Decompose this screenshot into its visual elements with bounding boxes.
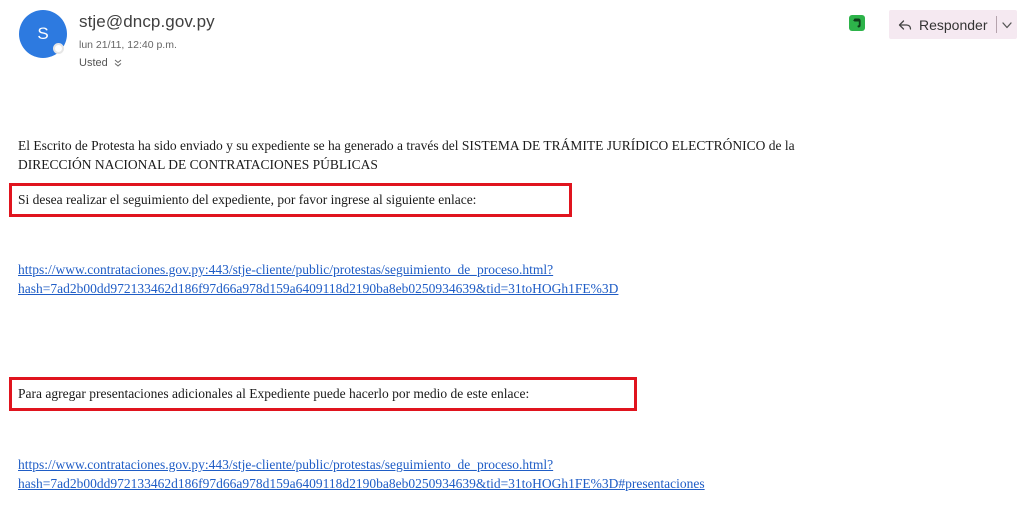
chevron-down-icon (1002, 16, 1012, 34)
sender-address[interactable]: stje@dncp.gov.py (79, 12, 215, 32)
sent-datetime: lun 21/11, 12:40 p.m. (79, 39, 177, 51)
additional-link-line-2[interactable]: hash=7ad2b00dd972133462d186f97d66a978d15… (18, 474, 705, 493)
presence-status-icon (53, 43, 64, 54)
email-reading-pane: S stje@dncp.gov.py lun 21/11, 12:40 p.m.… (0, 0, 1024, 515)
recipient-line[interactable]: Usted (79, 57, 122, 69)
follow-link-line-2[interactable]: hash=7ad2b00dd972133462d186f97d66a978d15… (18, 279, 618, 298)
intro-line-2: DIRECCIÓN NACIONAL DE CONTRATACIONES PÚB… (18, 157, 378, 172)
intro-line-1: El Escrito de Protesta ha sido enviado y… (18, 138, 795, 153)
follow-link-line-1[interactable]: https://www.contrataciones.gov.py:443/st… (18, 260, 553, 279)
reply-button-group: Responder (889, 10, 1017, 39)
additional-instruction: Para agregar presentaciones adicionales … (18, 386, 530, 401)
reply-arrow-icon (898, 18, 912, 32)
reply-button[interactable]: Responder (889, 10, 996, 39)
additional-link-line-1[interactable]: https://www.contrataciones.gov.py:443/st… (18, 455, 553, 474)
follow-instruction: Si desea realizar el seguimiento del exp… (18, 192, 477, 207)
double-chevron-down-icon[interactable] (114, 59, 122, 69)
reply-label: Responder (919, 16, 988, 33)
avatar-initial: S (37, 24, 49, 43)
evernote-icon[interactable] (849, 15, 865, 31)
intro-paragraph: El Escrito de Protesta ha sido enviado y… (18, 136, 795, 174)
recipient-name: Usted (79, 57, 108, 69)
reply-options-dropdown[interactable] (996, 10, 1017, 39)
